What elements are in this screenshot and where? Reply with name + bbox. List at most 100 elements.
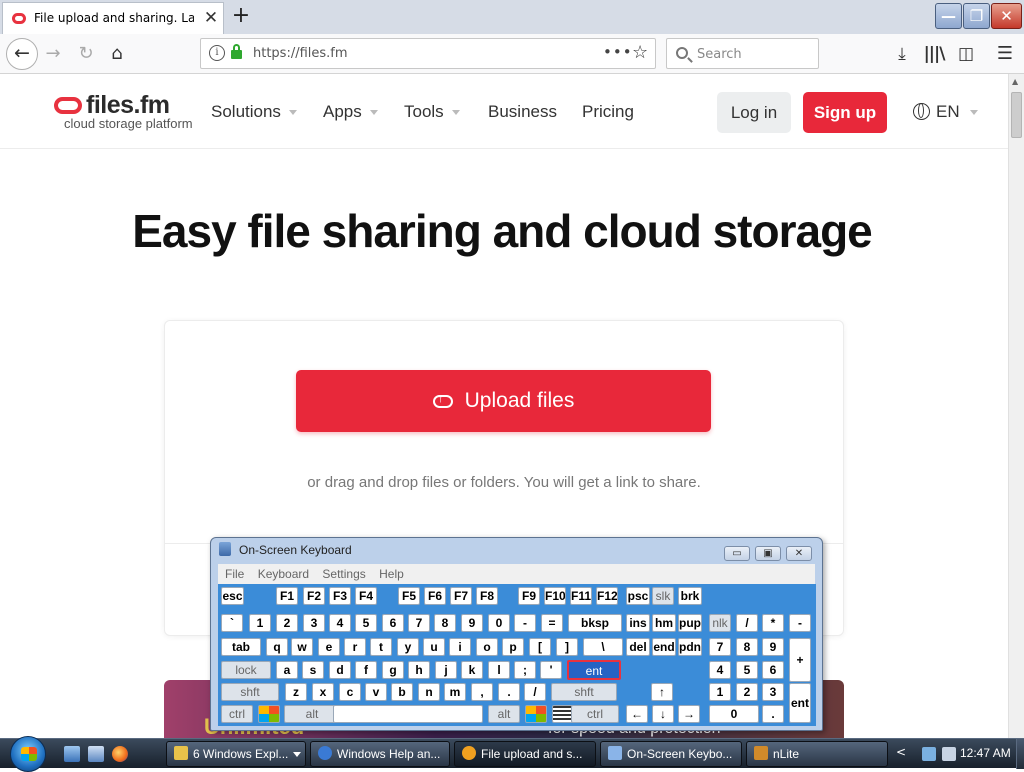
osk-key[interactable]: m xyxy=(444,683,466,701)
osk-key[interactable]: h xyxy=(408,661,430,679)
page-scrollbar[interactable]: ▲ xyxy=(1008,74,1024,738)
nav-business[interactable]: Business xyxy=(488,102,557,122)
taskbar-item-firefox[interactable]: File upload and s... xyxy=(454,741,596,767)
osk-key[interactable]: w xyxy=(291,638,313,656)
osk-key[interactable]: esc xyxy=(221,587,244,605)
forward-arrow-icon[interactable]: → xyxy=(38,39,68,69)
osk-key[interactable]: alt xyxy=(284,705,340,723)
osk-key[interactable]: / xyxy=(524,683,546,701)
url-text[interactable]: https://files.fm xyxy=(253,46,348,61)
osk-key[interactable]: 4 xyxy=(709,661,731,679)
osk-key[interactable]: d xyxy=(329,661,351,679)
osk-key[interactable]: 0 xyxy=(709,705,759,723)
osk-key[interactable]: ` xyxy=(221,614,243,632)
osk-key[interactable]: 1 xyxy=(709,683,731,701)
home-icon[interactable]: ⌂ xyxy=(102,39,132,69)
osk-key[interactable]: 2 xyxy=(736,683,758,701)
osk-key[interactable]: t xyxy=(370,638,392,656)
osk-key[interactable]: 5 xyxy=(736,661,758,679)
show-desktop-icon[interactable] xyxy=(64,746,80,762)
browser-tab[interactable]: File upload and sharing. Large file tran… xyxy=(2,2,224,34)
osk-key[interactable]: / xyxy=(736,614,758,632)
osk-key[interactable]: - xyxy=(514,614,536,632)
osk-key[interactable]: del xyxy=(626,638,650,656)
osk-key[interactable]: - xyxy=(789,614,811,632)
osk-key[interactable]: F3 xyxy=(329,587,351,605)
osk-key[interactable]: hm xyxy=(652,614,676,632)
osk-key[interactable]: j xyxy=(435,661,457,679)
hamburger-menu-icon[interactable]: ☰ xyxy=(993,42,1017,66)
osk-key-windows-logo-icon[interactable] xyxy=(258,705,280,723)
osk-key-space[interactable] xyxy=(333,705,483,723)
library-icon[interactable]: |||\ xyxy=(922,42,946,66)
osk-title-bar[interactable]: On-Screen Keyboard xyxy=(219,538,352,562)
osk-key[interactable]: k xyxy=(461,661,483,679)
osk-key[interactable]: bksp xyxy=(568,614,622,632)
osk-key[interactable]: z xyxy=(285,683,307,701)
osk-key[interactable]: ; xyxy=(514,661,536,679)
window-maximize-button[interactable]: ❐ xyxy=(963,3,990,29)
osk-key[interactable]: x xyxy=(312,683,334,701)
osk-key[interactable]: nlk xyxy=(709,614,731,632)
new-tab-button[interactable]: + xyxy=(229,3,253,29)
signup-button[interactable]: Sign up xyxy=(803,92,887,133)
show-desktop-button[interactable] xyxy=(1016,739,1024,769)
osk-key[interactable]: ctrl xyxy=(221,705,253,723)
downloads-icon[interactable]: ⤓ xyxy=(890,42,914,66)
osk-close-button[interactable]: ✕ xyxy=(786,546,812,561)
osk-key[interactable]: shft xyxy=(551,683,617,701)
osk-key[interactable]: F5 xyxy=(398,587,420,605)
scroll-up-icon[interactable]: ▲ xyxy=(1012,77,1018,86)
osk-key[interactable]: slk xyxy=(652,587,674,605)
osk-key[interactable]: y xyxy=(397,638,419,656)
osk-key[interactable]: \ xyxy=(583,638,623,656)
taskbar-item-help[interactable]: Windows Help an... xyxy=(310,741,450,767)
osk-key[interactable]: ↑ xyxy=(651,683,673,701)
page-actions-icon[interactable]: ••• xyxy=(603,43,633,61)
nav-apps[interactable]: Apps xyxy=(323,102,378,122)
osk-key[interactable]: 3 xyxy=(303,614,325,632)
osk-key[interactable]: F7 xyxy=(450,587,472,605)
files-fm-logo[interactable]: files.fm cloud storage platform xyxy=(52,91,193,132)
osk-key[interactable]: = xyxy=(541,614,563,632)
nav-pricing[interactable]: Pricing xyxy=(582,102,634,122)
osk-key[interactable]: q xyxy=(266,638,288,656)
osk-key[interactable]: 7 xyxy=(709,638,731,656)
osk-key[interactable]: F8 xyxy=(476,587,498,605)
osk-key[interactable]: 3 xyxy=(762,683,784,701)
osk-key[interactable]: 8 xyxy=(736,638,758,656)
osk-key[interactable]: F6 xyxy=(424,587,446,605)
firefox-icon[interactable] xyxy=(112,746,128,762)
osk-key[interactable]: tab xyxy=(221,638,261,656)
osk-key[interactable]: ← xyxy=(626,705,648,723)
osk-maximize-button[interactable]: ▣ xyxy=(755,546,781,561)
osk-key[interactable]: , xyxy=(471,683,493,701)
taskbar-item-osk[interactable]: On-Screen Keybo... xyxy=(600,741,742,767)
tray-expand-icon[interactable]: < xyxy=(896,745,906,759)
osk-key[interactable]: F12 xyxy=(596,587,618,605)
osk-key-windows-logo-icon[interactable] xyxy=(525,705,547,723)
osk-key[interactable]: u xyxy=(423,638,445,656)
osk-key[interactable]: brk xyxy=(678,587,702,605)
osk-key[interactable]: 2 xyxy=(276,614,298,632)
osk-key[interactable]: 9 xyxy=(762,638,784,656)
osk-key[interactable]: i xyxy=(449,638,471,656)
reload-icon[interactable]: ↻ xyxy=(71,39,101,69)
osk-key[interactable]: f xyxy=(355,661,377,679)
language-selector[interactable]: EN xyxy=(913,102,978,122)
osk-key[interactable]: end xyxy=(652,638,676,656)
osk-key[interactable]: 5 xyxy=(355,614,377,632)
taskbar-item-nlite[interactable]: nLite xyxy=(746,741,888,767)
bookmark-star-icon[interactable]: ☆ xyxy=(632,42,648,63)
osk-key[interactable]: ' xyxy=(540,661,562,679)
osk-key[interactable]: F2 xyxy=(303,587,325,605)
scrollbar-thumb[interactable] xyxy=(1011,92,1022,138)
osk-key[interactable]: ] xyxy=(556,638,578,656)
osk-key[interactable]: s xyxy=(302,661,324,679)
on-screen-keyboard-window[interactable]: On-Screen Keyboard ▭ ▣ ✕ File Keyboard S… xyxy=(210,537,823,731)
osk-menu-file[interactable]: File xyxy=(225,567,244,581)
nav-solutions[interactable]: Solutions xyxy=(211,102,297,122)
clock[interactable]: 12:47 AM xyxy=(960,746,1011,760)
osk-key[interactable]: pup xyxy=(678,614,702,632)
osk-minimize-button[interactable]: ▭ xyxy=(724,546,750,561)
